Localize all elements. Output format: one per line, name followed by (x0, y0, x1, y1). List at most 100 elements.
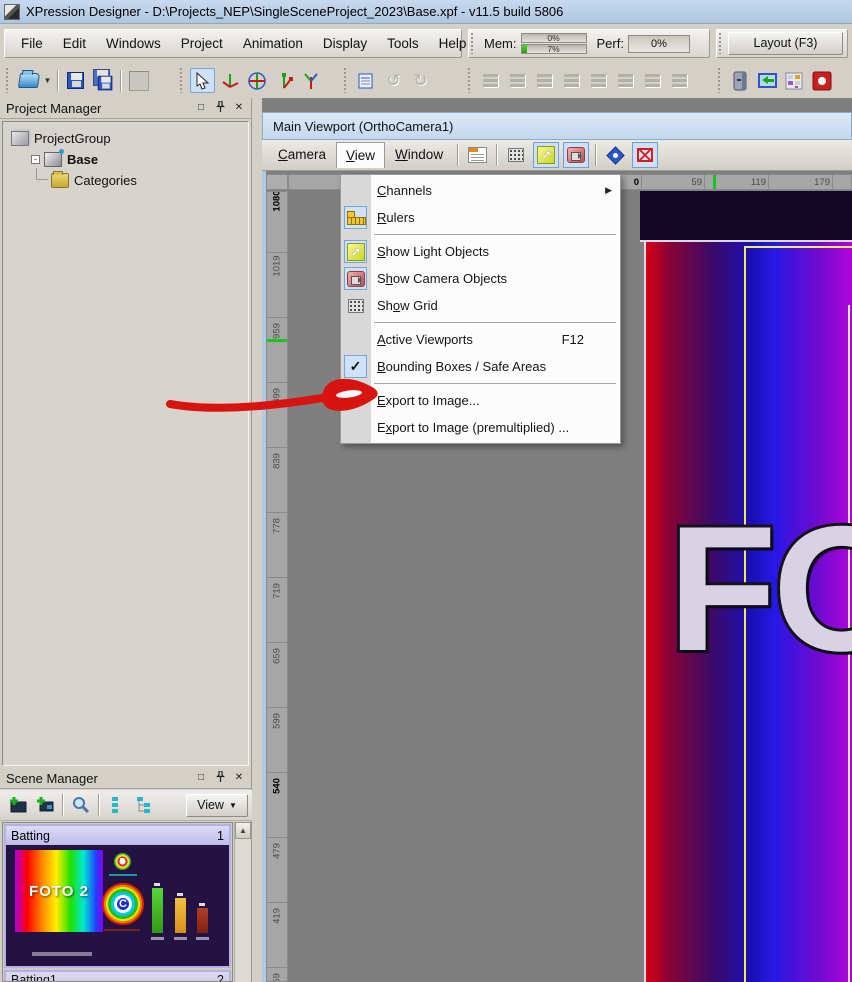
world-axis-tool-button[interactable] (298, 68, 323, 93)
distribute-h-button[interactable] (640, 68, 665, 93)
menu-item-channels[interactable]: Channels ▶ (341, 177, 620, 204)
maximize-icon[interactable]: □ (193, 771, 209, 785)
align-top-button[interactable] (559, 68, 584, 93)
viewport-menu-window[interactable]: Window (385, 142, 453, 168)
menu-item-export-to-image[interactable]: Export to Image... (341, 387, 620, 414)
align-right-button[interactable] (532, 68, 557, 93)
search-scene-button[interactable] (68, 793, 93, 818)
add-scene-group-icon (36, 797, 53, 812)
menu-item-bounding-boxes-safe-areas[interactable]: ✓ Bounding Boxes / Safe Areas (341, 353, 620, 380)
scale-tool-button[interactable] (271, 68, 296, 93)
menu-item-show-light-objects[interactable]: Show Light Objects (341, 238, 620, 265)
vault-button[interactable] (728, 68, 753, 93)
tree-connector (36, 168, 48, 180)
layout-button[interactable]: Layout (F3) (728, 32, 843, 55)
tree-item-projectgroup[interactable]: ProjectGroup (3, 128, 248, 149)
toolbar-grip[interactable] (180, 68, 185, 93)
scene-properties-button[interactable] (354, 68, 379, 93)
save-all-button[interactable] (90, 68, 115, 93)
toolbar-grip[interactable] (344, 68, 349, 93)
main-menu-strip: File Edit Windows Project Animation Display To… (4, 29, 466, 58)
toolbar-grip[interactable] (6, 68, 11, 93)
toolbar-grip[interactable] (719, 33, 724, 54)
menu-item-show-grid[interactable]: Show Grid (341, 292, 620, 319)
memory-gauge-bottom: 7% (520, 43, 587, 54)
align-center-button[interactable] (505, 68, 530, 93)
bounding-box-button[interactable] (632, 142, 659, 168)
toolbar-grip[interactable] (471, 33, 476, 54)
toolbar-file-group: ▼ (4, 65, 152, 96)
panel-splitter[interactable] (253, 98, 262, 982)
menu-project[interactable]: Project (171, 32, 233, 55)
show-cameras-button[interactable] (563, 142, 590, 168)
align-middle-button[interactable] (586, 68, 611, 93)
v-ruler-label: 959 (271, 323, 283, 339)
align-bottom-button[interactable] (613, 68, 638, 93)
distribute-v-button[interactable] (667, 68, 692, 93)
toolbar-grip[interactable] (468, 68, 473, 93)
grid-icon (344, 294, 367, 317)
tree-view-button[interactable] (131, 793, 156, 818)
menu-separator (374, 234, 616, 235)
palette-grid-button[interactable] (782, 68, 807, 93)
menu-item-active-viewports[interactable]: Active Viewports F12 (341, 326, 620, 353)
scroll-up-icon[interactable]: ▲ (235, 822, 251, 839)
tree-expander[interactable]: - (31, 155, 40, 164)
show-grid-button[interactable] (503, 142, 529, 168)
scene-thumbnail[interactable]: FOTO 2 B C (6, 845, 229, 966)
viewport-menu-view[interactable]: View (336, 142, 386, 168)
menu-animation[interactable]: Animation (233, 32, 313, 55)
add-scene-button[interactable] (5, 793, 30, 818)
maximize-icon[interactable]: □ (193, 101, 209, 115)
channels-icon (467, 147, 487, 163)
menu-display[interactable]: Display (313, 32, 377, 55)
menu-windows[interactable]: Windows (96, 32, 171, 55)
open-dropdown-caret-icon[interactable]: ▼ (42, 76, 53, 85)
scene-view-dropdown-button[interactable]: View ▼ (186, 793, 248, 817)
align-left-button[interactable] (478, 68, 503, 93)
toolbar-separator (595, 144, 597, 166)
memory-gauge-fill (521, 44, 528, 53)
ruler-tick (267, 252, 287, 253)
open-project-button[interactable] (16, 68, 41, 93)
add-scene-group-button[interactable] (32, 793, 57, 818)
menu-item-label: Export to Image (premultiplied) ... (377, 420, 570, 435)
select-arrow-icon (196, 71, 209, 90)
toolbar-separator (98, 794, 99, 816)
scene-list-scrollbar[interactable]: ▲ (234, 822, 251, 982)
menu-tools[interactable]: Tools (377, 32, 429, 55)
scene-item-batting1[interactable]: Batting1 2 (4, 970, 231, 981)
record-button[interactable] (809, 68, 834, 93)
menu-icon-gutter (341, 238, 371, 265)
rotate-tool-button[interactable] (244, 68, 269, 93)
menu-item-label: Rulers (377, 210, 415, 225)
toolbar-grip[interactable] (718, 68, 723, 93)
close-icon[interactable]: ✕ (231, 101, 247, 115)
scene-render[interactable]: FO (640, 191, 852, 982)
menu-file[interactable]: File (11, 32, 53, 55)
close-icon[interactable]: ✕ (231, 771, 247, 785)
scene-edge-top (640, 240, 852, 242)
pin-icon[interactable] (212, 100, 228, 115)
output-monitor-button[interactable] (755, 68, 780, 93)
select-tool-button[interactable] (190, 68, 215, 93)
list-view-button[interactable] (104, 793, 129, 818)
show-lights-button[interactable] (533, 142, 560, 168)
scene-list: Batting 1 FOTO 2 B C Batting1 2 (2, 822, 233, 982)
compass-button[interactable] (602, 142, 628, 168)
menu-edit[interactable]: Edit (53, 32, 96, 55)
scene-item-batting[interactable]: Batting 1 FOTO 2 B C (4, 824, 231, 968)
redo-button[interactable]: ↻ (408, 68, 433, 93)
menu-item-rulers[interactable]: Rulers (341, 204, 620, 231)
undo-button[interactable]: ↺ (381, 68, 406, 93)
translate-tool-button[interactable] (217, 68, 242, 93)
save-button[interactable] (63, 68, 88, 93)
menu-item-show-camera-objects[interactable]: Show Camera Objects (341, 265, 620, 292)
menu-item-export-to-image-premultiplied[interactable]: Export to Image (premultiplied) ... (341, 414, 620, 441)
viewport-menu-camera[interactable]: Camera (268, 142, 336, 168)
channels-panel-button[interactable] (464, 142, 490, 168)
scene-item-header[interactable]: Batting 1 (6, 826, 229, 845)
blank-tool-button[interactable] (126, 68, 151, 93)
pin-icon[interactable] (212, 770, 228, 785)
tree-item-base[interactable]: - Base (3, 149, 248, 170)
